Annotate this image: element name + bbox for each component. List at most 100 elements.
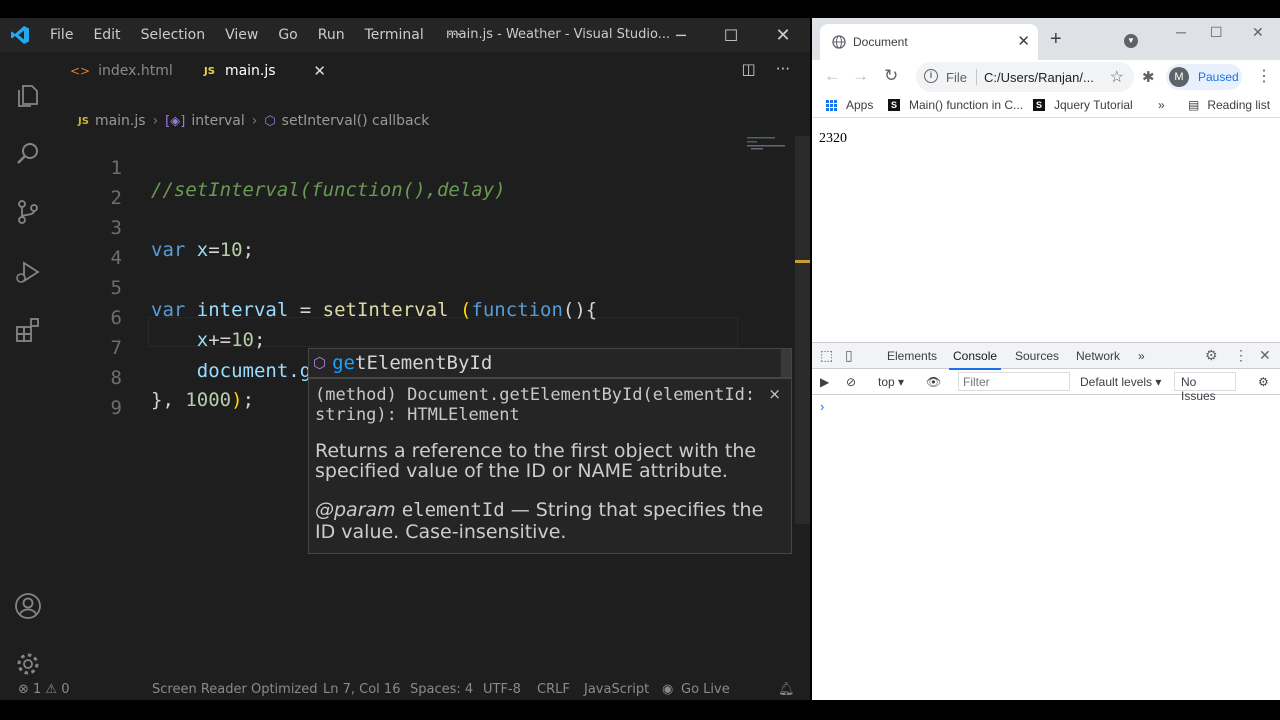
breadcrumb-symbol[interactable]: interval xyxy=(191,113,244,129)
suggestion-scrollbar[interactable] xyxy=(781,349,791,377)
extensions-icon[interactable] xyxy=(14,316,42,344)
cursor-position[interactable]: Ln 7, Col 16 xyxy=(323,682,400,697)
code-line: 2 xyxy=(56,165,796,209)
method-signature: (method) Document.getElementById(element… xyxy=(315,385,766,425)
settings-gear-icon[interactable] xyxy=(14,650,42,678)
tab-search-icon[interactable]: ▼ xyxy=(1124,34,1138,48)
menu-view[interactable]: View xyxy=(215,27,268,43)
go-live-icon: ◉ xyxy=(662,682,674,697)
screen-reader-status[interactable]: Screen Reader Optimized xyxy=(152,682,318,697)
scrollbar-marker xyxy=(795,260,810,263)
minimap[interactable] xyxy=(745,136,795,150)
apps-grid-icon xyxy=(826,99,837,111)
account-icon[interactable] xyxy=(14,592,42,620)
js-file-icon: JS xyxy=(78,115,89,127)
devtools-panel: ⬚ ▯ Elements Console Sources Network » ⚙… xyxy=(812,342,1280,700)
browser-tab[interactable]: Document ✕ xyxy=(820,24,1038,60)
split-editor-icon[interactable]: ◫ xyxy=(742,60,756,78)
breadcrumb-file[interactable]: main.js xyxy=(95,113,146,129)
console-prompt[interactable]: › xyxy=(820,399,824,414)
tab-sources[interactable]: Sources xyxy=(1015,349,1059,363)
settings-gear-icon[interactable]: ⚙ xyxy=(1205,347,1218,364)
notifications-bell-icon[interactable]: 🔔︎ xyxy=(778,682,795,697)
context-selector[interactable]: top ▾ xyxy=(878,375,904,389)
line-ending[interactable]: CRLF xyxy=(537,682,570,697)
close-window-icon[interactable]: ✕ xyxy=(760,18,806,52)
go-live-button[interactable]: Go Live xyxy=(681,682,730,697)
tab-network[interactable]: Network xyxy=(1076,349,1120,363)
extensions-puzzle-icon[interactable]: ✱ xyxy=(1142,68,1155,86)
site-s-icon: S xyxy=(1033,99,1045,111)
close-tab-icon[interactable]: ✕ xyxy=(1017,32,1030,50)
bookmark-star-icon[interactable]: ☆ xyxy=(1110,67,1124,87)
tab-elements[interactable]: Elements xyxy=(887,349,937,363)
info-icon[interactable]: i xyxy=(924,69,938,83)
profile-button[interactable]: M Paused xyxy=(1166,64,1242,90)
method-icon: ⬡ xyxy=(264,113,276,129)
maximize-icon[interactable]: ☐ xyxy=(708,18,754,52)
inspect-element-icon[interactable]: ⬚ xyxy=(820,347,833,364)
counter-value: 2320 xyxy=(819,131,847,146)
maximize-icon[interactable]: ☐ xyxy=(1210,24,1223,41)
close-icon[interactable]: ✕ xyxy=(1259,347,1271,364)
menu-file[interactable]: File xyxy=(40,27,83,43)
globe-icon xyxy=(832,35,846,49)
vscode-window: File Edit Selection View Go Run Terminal… xyxy=(0,18,810,700)
bookmark-main-function[interactable]: S Main() function in C... xyxy=(888,98,1023,112)
bookmark-label: Apps xyxy=(846,98,874,112)
page-content: 2320 xyxy=(812,118,1280,342)
language-mode[interactable]: JavaScript xyxy=(584,682,649,697)
editor-scrollbar[interactable] xyxy=(795,136,810,524)
code-line: 4 xyxy=(56,225,796,269)
close-window-icon[interactable]: ✕ xyxy=(1252,24,1264,41)
address-bar[interactable]: i File C:/Users/Ranjan/... ☆ xyxy=(916,62,1134,92)
sidebar-toggle-icon[interactable]: ▶ xyxy=(820,375,829,389)
bookmark-jquery[interactable]: S Jquery Tutorial xyxy=(1033,98,1133,112)
desktop: File Edit Selection View Go Run Terminal… xyxy=(0,0,1280,720)
problems-indicator[interactable]: ⊗ 1 ⚠ 0 xyxy=(18,682,70,697)
breadcrumb-callback[interactable]: setInterval() callback xyxy=(282,113,430,129)
suggestion-widget[interactable]: ⬡ ge tElementById xyxy=(308,348,792,378)
tab-main-js[interactable]: JS main.js ✕ xyxy=(196,52,326,90)
clear-console-icon[interactable]: ⊘ xyxy=(846,375,856,389)
close-tab-icon[interactable]: ✕ xyxy=(313,62,326,80)
bookmark-apps[interactable]: Apps xyxy=(826,98,873,112)
menu-go[interactable]: Go xyxy=(268,27,307,43)
menu-selection[interactable]: Selection xyxy=(131,27,216,43)
more-actions-icon[interactable]: ··· xyxy=(776,60,790,78)
explorer-icon[interactable] xyxy=(14,82,42,110)
live-expression-eye-icon[interactable]: 👁︎ xyxy=(926,375,941,389)
issues-button[interactable]: No Issues xyxy=(1174,372,1236,403)
profile-status: Paused xyxy=(1198,70,1239,84)
console-settings-gear-icon[interactable]: ⚙ xyxy=(1258,375,1269,389)
more-tabs-icon[interactable]: » xyxy=(1138,349,1145,363)
source-control-icon[interactable] xyxy=(14,198,42,226)
run-debug-icon[interactable] xyxy=(14,258,42,286)
back-icon[interactable]: ← xyxy=(824,66,841,86)
reload-icon[interactable]: ↻ xyxy=(884,66,898,86)
tab-console[interactable]: Console xyxy=(948,349,1002,370)
device-toolbar-icon[interactable]: ▯ xyxy=(845,347,853,364)
param-tag: @param xyxy=(315,499,396,521)
forward-icon[interactable]: → xyxy=(852,66,869,86)
kebab-menu-icon[interactable]: ⋮ xyxy=(1256,66,1272,86)
reading-list[interactable]: ▤ Reading list xyxy=(1188,98,1270,112)
tab-index-html[interactable]: <> index.html xyxy=(64,52,189,90)
encoding[interactable]: UTF-8 xyxy=(483,682,521,697)
bookmarks-overflow[interactable]: » xyxy=(1158,98,1165,112)
kebab-menu-icon[interactable]: ⋮ xyxy=(1234,347,1248,364)
menu-edit[interactable]: Edit xyxy=(83,27,130,43)
menu-run[interactable]: Run xyxy=(308,27,355,43)
console-toolbar: ▶ ⊘ top ▾ 👁︎ Default levels ▾ No Issues … xyxy=(812,369,1280,403)
minimize-icon[interactable]: ─ xyxy=(1176,24,1186,40)
minimize-icon[interactable]: ─ xyxy=(658,18,704,52)
chrome-window: Document ✕ + ▼ ─ ☐ ✕ ← → ↻ i File C:/Use… xyxy=(812,18,1280,700)
close-icon[interactable]: × xyxy=(768,385,781,403)
menu-terminal[interactable]: Terminal xyxy=(355,27,434,43)
search-icon[interactable] xyxy=(14,140,42,168)
new-tab-icon[interactable]: + xyxy=(1050,28,1062,51)
filter-input[interactable] xyxy=(958,372,1070,391)
log-levels-dropdown[interactable]: Default levels ▾ xyxy=(1080,375,1161,389)
indentation[interactable]: Spaces: 4 xyxy=(410,682,473,697)
browser-toolbar: ← → ↻ i File C:/Users/Ranjan/... ☆ ✱ M P… xyxy=(812,60,1280,94)
